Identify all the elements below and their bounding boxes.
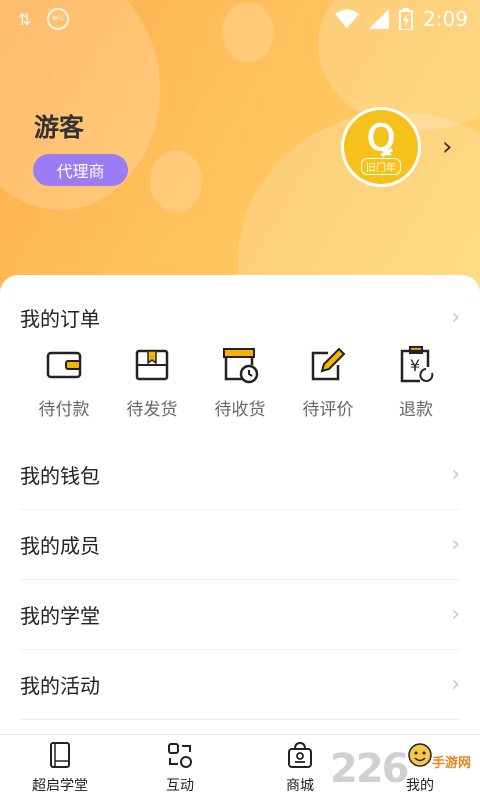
- delivery-clock-icon: [223, 348, 259, 384]
- svg-text:¥: ¥: [410, 356, 420, 375]
- nav-item-shop[interactable]: 商城: [240, 735, 360, 800]
- book-icon: [50, 742, 70, 768]
- order-pending-receipt[interactable]: 待收货: [196, 345, 284, 420]
- chevron-right-icon: ›: [451, 462, 460, 487]
- chevron-right-icon: ›: [451, 532, 460, 557]
- profile-icon: [408, 743, 432, 767]
- edit-review-icon: [311, 347, 346, 381]
- nav-label: 超启学堂: [32, 778, 88, 794]
- chevron-right-icon: ›: [451, 672, 460, 697]
- menu-item-wallet[interactable]: 我的钱包 ›: [20, 440, 460, 510]
- shop-bag-icon: [288, 741, 312, 768]
- nav-label: 互动: [166, 778, 194, 794]
- battery-charging-icon: [399, 8, 414, 30]
- signal-icon: [369, 9, 390, 29]
- package-icon: [135, 349, 169, 381]
- avatar[interactable]: Ꝗ 旧门年: [341, 107, 421, 187]
- order-item-label: 待付款: [38, 400, 90, 420]
- status-time: 2:09: [423, 7, 468, 31]
- nav-label: 我的: [406, 778, 434, 794]
- order-pending-shipment[interactable]: 待发货: [108, 345, 196, 420]
- profile-header: ⇅ NFC 2:09 游客 代理商 Ꝗ 旧门年 ›: [0, 0, 480, 300]
- chevron-right-icon: ›: [451, 304, 460, 330]
- order-item-label: 待收货: [214, 400, 266, 420]
- menu-item-label: 我的钱包: [20, 464, 100, 488]
- order-item-label: 待评价: [302, 400, 354, 420]
- wallet-icon: [46, 351, 82, 379]
- username: 游客: [34, 113, 85, 142]
- chevron-right-icon: ›: [451, 602, 460, 627]
- avatar-logo-text: 旧门年: [361, 157, 401, 175]
- nfc-icon: NFC: [47, 8, 70, 30]
- nav-item-academy[interactable]: 超启学堂: [0, 735, 120, 800]
- my-orders-row[interactable]: 我的订单 ›: [20, 297, 460, 337]
- menu-item-academy[interactable]: 我的学堂 ›: [20, 580, 460, 650]
- role-badge[interactable]: 代理商: [33, 154, 128, 186]
- status-bar: ⇅ NFC 2:09: [0, 0, 480, 38]
- data-arrows-icon: ⇅: [18, 9, 32, 29]
- menu-item-label: 我的活动: [20, 674, 100, 698]
- wifi-icon: [335, 9, 360, 28]
- nav-item-interaction[interactable]: 互动: [120, 735, 240, 800]
- order-refund[interactable]: ¥ 退款: [372, 345, 460, 420]
- chevron-right-icon[interactable]: ›: [442, 132, 452, 162]
- order-item-label: 待发货: [126, 400, 178, 420]
- refund-yen-icon: ¥: [400, 346, 434, 383]
- menu-item-label: 我的学堂: [20, 604, 100, 628]
- avatar-logo-mark: Ꝗ: [366, 116, 396, 159]
- interaction-icon: [168, 743, 192, 768]
- order-item-label: 退款: [399, 400, 433, 420]
- order-pending-payment[interactable]: 待付款: [20, 345, 108, 420]
- order-status-list: 待付款 待发货 待收货 待评价 ¥ 退款: [20, 345, 460, 420]
- my-orders-title: 我的订单: [20, 306, 100, 331]
- decor-bubble: [150, 150, 202, 212]
- bottom-nav: 超启学堂 互动 商城 我的: [0, 734, 480, 800]
- avatar-logo: Ꝗ 旧门年: [344, 110, 418, 184]
- nav-label: 商城: [286, 778, 314, 794]
- nav-item-profile[interactable]: 我的: [360, 735, 480, 800]
- menu-item-activities[interactable]: 我的活动 ›: [20, 650, 460, 720]
- menu-item-members[interactable]: 我的成员 ›: [20, 510, 460, 580]
- content-card: 我的订单 › 待付款 待发货 待收货 待评价 ¥ 退款 我的钱包 › 我的成员 …: [0, 275, 480, 735]
- menu-item-label: 我的成员: [20, 534, 100, 558]
- order-pending-review[interactable]: 待评价: [284, 345, 372, 420]
